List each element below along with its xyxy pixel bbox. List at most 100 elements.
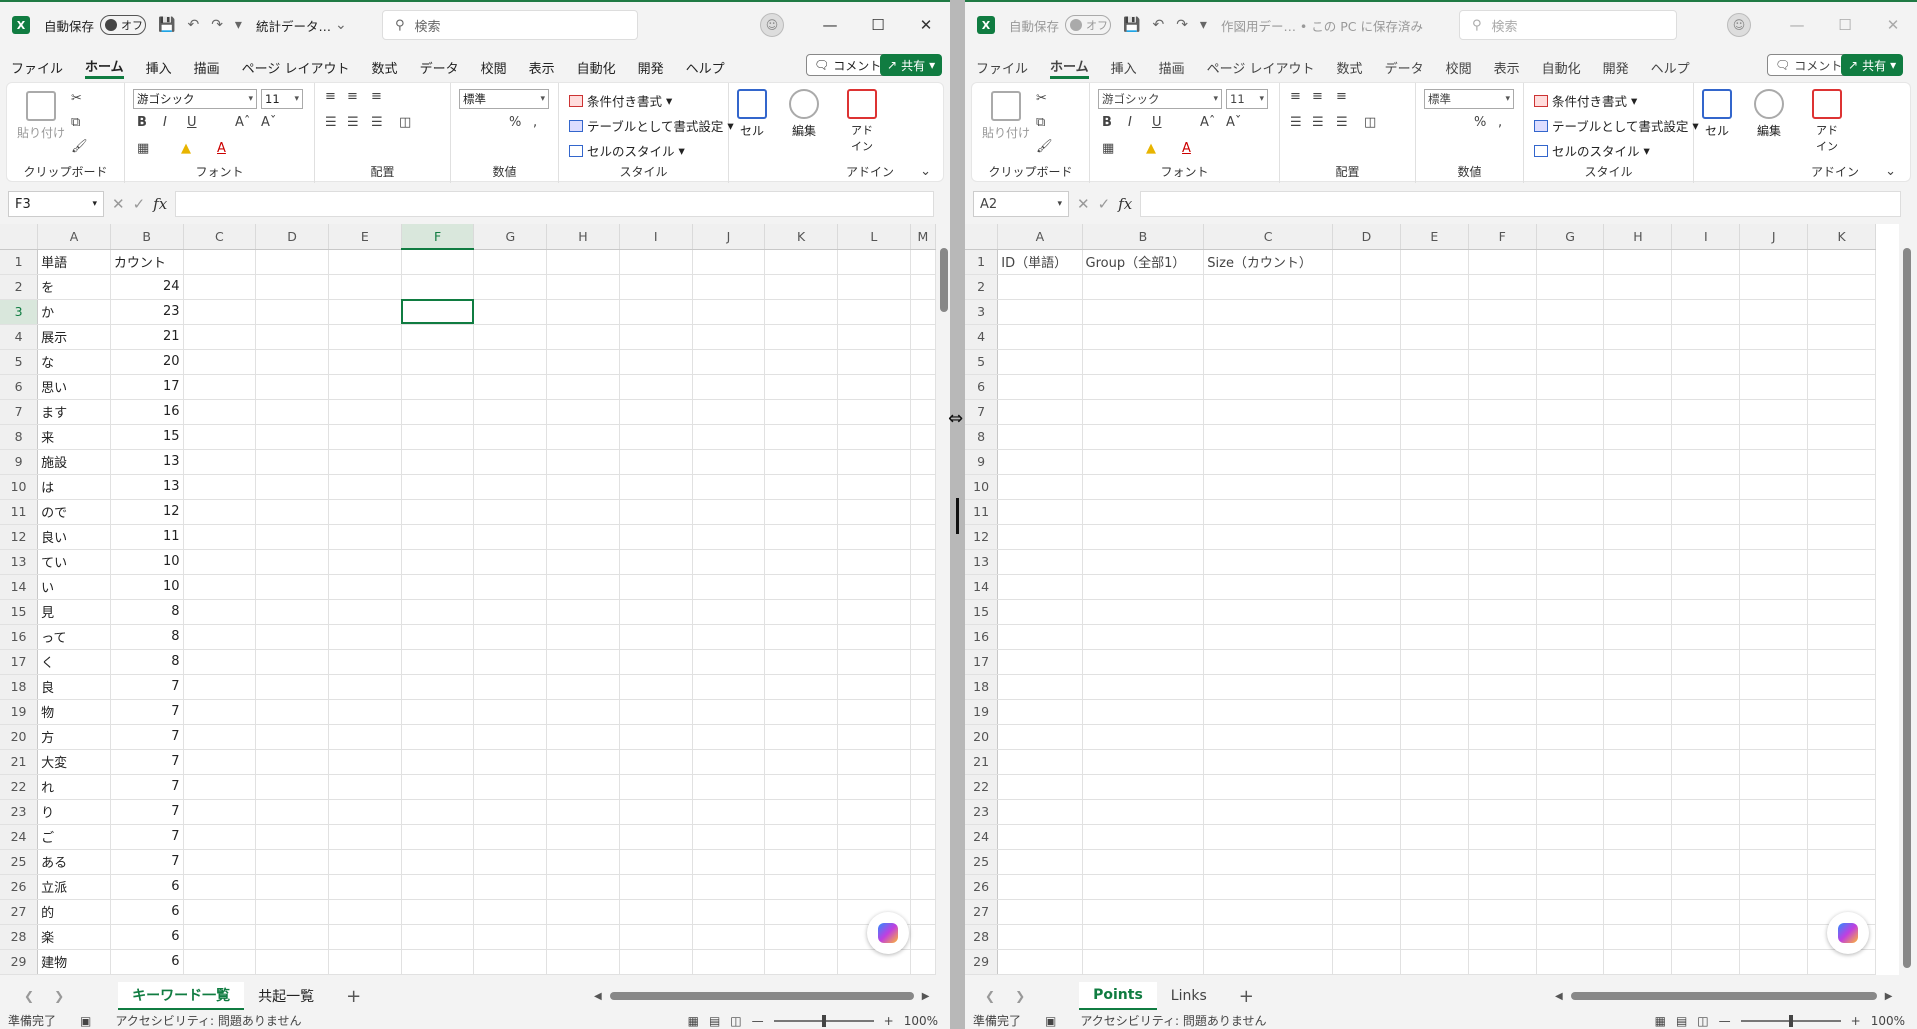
cell[interactable]: [619, 524, 693, 550]
cell[interactable]: [910, 574, 937, 600]
autosave-toggle[interactable]: オフ: [100, 15, 147, 35]
cell[interactable]: [764, 449, 839, 475]
conditional-format-button[interactable]: 条件付き書式 ▾: [569, 91, 672, 110]
cell[interactable]: [328, 474, 402, 500]
cell[interactable]: [1807, 524, 1876, 550]
normal-view-icon[interactable]: ▦: [1655, 1014, 1666, 1028]
maximize-icon[interactable]: ☐: [1821, 16, 1869, 34]
cell[interactable]: [1603, 449, 1673, 475]
cell[interactable]: [1536, 299, 1605, 325]
cell[interactable]: [401, 274, 475, 300]
row-header[interactable]: 1: [0, 249, 39, 275]
cell[interactable]: [1739, 349, 1809, 375]
cell[interactable]: [764, 349, 839, 375]
cell[interactable]: [1536, 874, 1605, 900]
cell[interactable]: [619, 274, 693, 300]
cell[interactable]: [997, 474, 1083, 500]
cell[interactable]: [1203, 749, 1333, 775]
cancel-icon[interactable]: ✕: [112, 195, 125, 213]
cell[interactable]: [1739, 849, 1809, 875]
cell[interactable]: [1400, 374, 1469, 400]
align-left-icon[interactable]: ☰: [325, 115, 337, 130]
cell[interactable]: 10: [110, 549, 184, 575]
cell[interactable]: [183, 699, 257, 725]
row-header[interactable]: 8: [965, 424, 999, 450]
column-header[interactable]: C: [183, 224, 257, 250]
undo-icon[interactable]: ↶: [1152, 17, 1164, 33]
cell[interactable]: [255, 274, 329, 300]
fill-color-icon[interactable]: ▲: [1146, 141, 1156, 156]
cell[interactable]: [1332, 249, 1401, 275]
cell[interactable]: [1671, 399, 1741, 425]
cell[interactable]: [328, 899, 402, 925]
cell[interactable]: [1603, 574, 1673, 600]
cell[interactable]: [1739, 924, 1809, 950]
cell[interactable]: [1332, 599, 1401, 625]
comment-button[interactable]: 🗨 コメント: [1767, 54, 1851, 76]
cell[interactable]: [473, 474, 548, 500]
percent-icon[interactable]: %: [1474, 115, 1486, 130]
cell[interactable]: [546, 574, 620, 600]
cell[interactable]: 施設: [37, 449, 111, 475]
shrink-font-icon[interactable]: Aˇ: [261, 115, 276, 130]
undo-icon[interactable]: ↶: [187, 17, 199, 33]
row-header[interactable]: 26: [0, 874, 39, 900]
cell[interactable]: [1739, 649, 1809, 675]
cell[interactable]: 7: [110, 724, 184, 750]
cell[interactable]: [997, 949, 1083, 975]
column-header[interactable]: E: [1400, 224, 1469, 250]
cell[interactable]: [1536, 949, 1605, 975]
cell[interactable]: [1468, 249, 1537, 275]
row-header[interactable]: 29: [965, 949, 999, 975]
cell[interactable]: [401, 374, 475, 400]
cell[interactable]: [619, 649, 693, 675]
cell[interactable]: [1603, 524, 1673, 550]
comment-button[interactable]: 🗨 コメント: [806, 54, 890, 76]
cell[interactable]: [328, 624, 402, 650]
cell[interactable]: [1807, 374, 1876, 400]
cell[interactable]: [1739, 774, 1809, 800]
cell[interactable]: [997, 549, 1083, 575]
cell[interactable]: [1739, 374, 1809, 400]
cell[interactable]: [764, 249, 839, 275]
cell[interactable]: [764, 899, 839, 925]
row-header[interactable]: 18: [0, 674, 39, 700]
cell[interactable]: [764, 949, 839, 975]
column-header[interactable]: D: [1332, 224, 1401, 250]
cell[interactable]: [837, 674, 911, 700]
cell[interactable]: [473, 349, 548, 375]
cell[interactable]: [401, 349, 475, 375]
cell[interactable]: [546, 474, 620, 500]
cell[interactable]: [1082, 774, 1205, 800]
cell[interactable]: [1203, 549, 1333, 575]
menu-item[interactable]: 自動化: [577, 58, 616, 77]
cell[interactable]: [401, 624, 475, 650]
cell[interactable]: [1671, 249, 1741, 275]
add-sheet-button[interactable]: +: [1239, 986, 1254, 1007]
cell[interactable]: [183, 749, 257, 775]
cell[interactable]: [183, 724, 257, 750]
cell[interactable]: [619, 849, 693, 875]
cell[interactable]: [1468, 324, 1537, 350]
cell[interactable]: [1671, 424, 1741, 450]
cell[interactable]: [473, 574, 548, 600]
cell[interactable]: [619, 899, 693, 925]
align-top-icon[interactable]: ≡: [1290, 89, 1301, 104]
cell[interactable]: [473, 424, 548, 450]
cell[interactable]: [546, 799, 620, 825]
column-header[interactable]: B: [110, 224, 184, 250]
cell[interactable]: [1082, 474, 1205, 500]
cell[interactable]: [1468, 924, 1537, 950]
row-header[interactable]: 5: [965, 349, 999, 375]
cell[interactable]: [401, 674, 475, 700]
cell[interactable]: [1468, 849, 1537, 875]
cell[interactable]: [1807, 474, 1876, 500]
cell[interactable]: [1332, 624, 1401, 650]
align-middle-icon[interactable]: ≡: [347, 89, 358, 104]
cell[interactable]: [255, 724, 329, 750]
cell[interactable]: [910, 849, 937, 875]
cell[interactable]: [1332, 549, 1401, 575]
cell[interactable]: [473, 274, 548, 300]
cell[interactable]: [546, 549, 620, 575]
cell[interactable]: [183, 374, 257, 400]
